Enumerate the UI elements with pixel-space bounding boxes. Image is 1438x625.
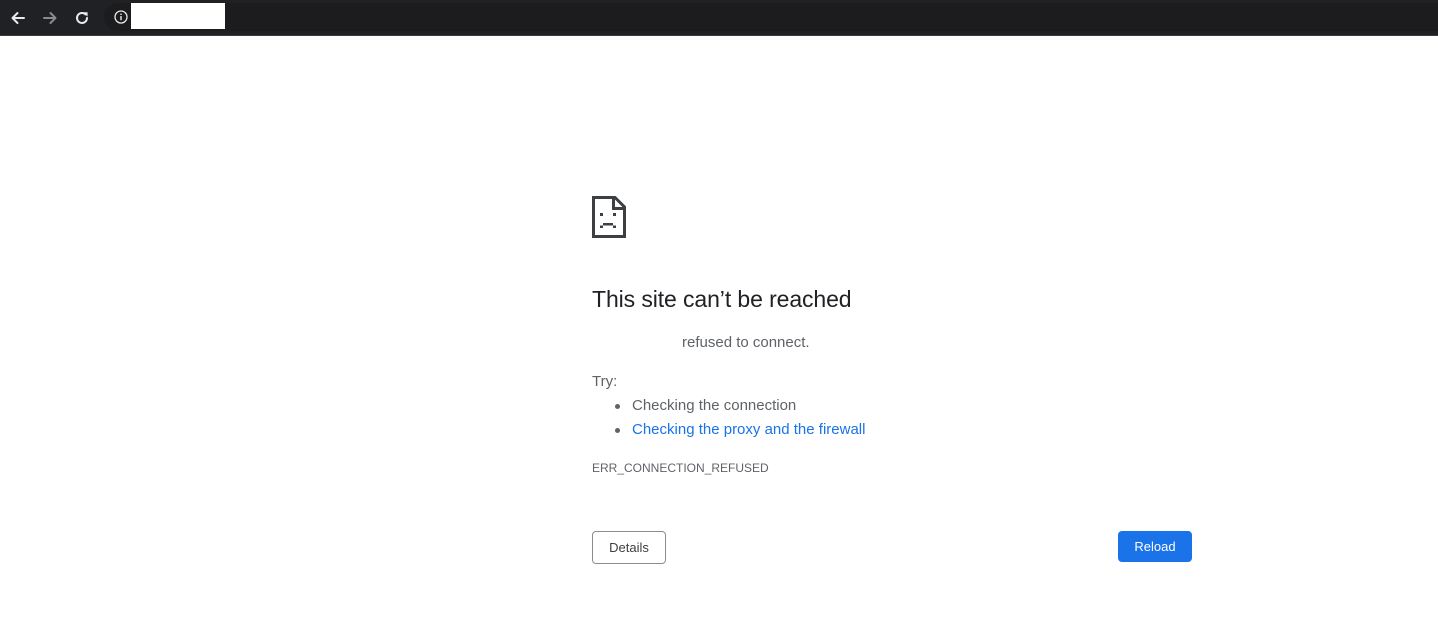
error-title: This site can’t be reached <box>592 286 852 312</box>
address-bar[interactable] <box>104 3 1438 31</box>
reload-nav-button[interactable] <box>69 5 95 31</box>
info-icon[interactable] <box>114 10 128 24</box>
list-item: Checking the proxy and the firewall <box>592 420 865 444</box>
list-item: Checking the connection <box>592 396 865 420</box>
suggestions-list: Checking the connection Checking the pro… <box>592 396 865 444</box>
error-subtitle: refused to connect. <box>682 334 810 351</box>
sad-page-icon <box>592 196 626 238</box>
error-code: ERR_CONNECTION_REFUSED <box>592 461 769 475</box>
reload-icon <box>76 11 88 24</box>
url-text[interactable] <box>131 3 225 29</box>
details-button[interactable]: Details <box>592 531 666 564</box>
back-button[interactable] <box>5 5 31 31</box>
arrow-right-icon <box>43 12 57 24</box>
try-label: Try: <box>592 373 618 390</box>
proxy-firewall-link[interactable]: Checking the proxy and the firewall <box>632 421 865 438</box>
forward-button[interactable] <box>37 5 63 31</box>
suggestion-check-connection: Checking the connection <box>632 397 797 414</box>
reload-button[interactable]: Reload <box>1118 531 1192 562</box>
arrow-left-icon <box>11 12 25 24</box>
browser-toolbar <box>0 0 1438 36</box>
